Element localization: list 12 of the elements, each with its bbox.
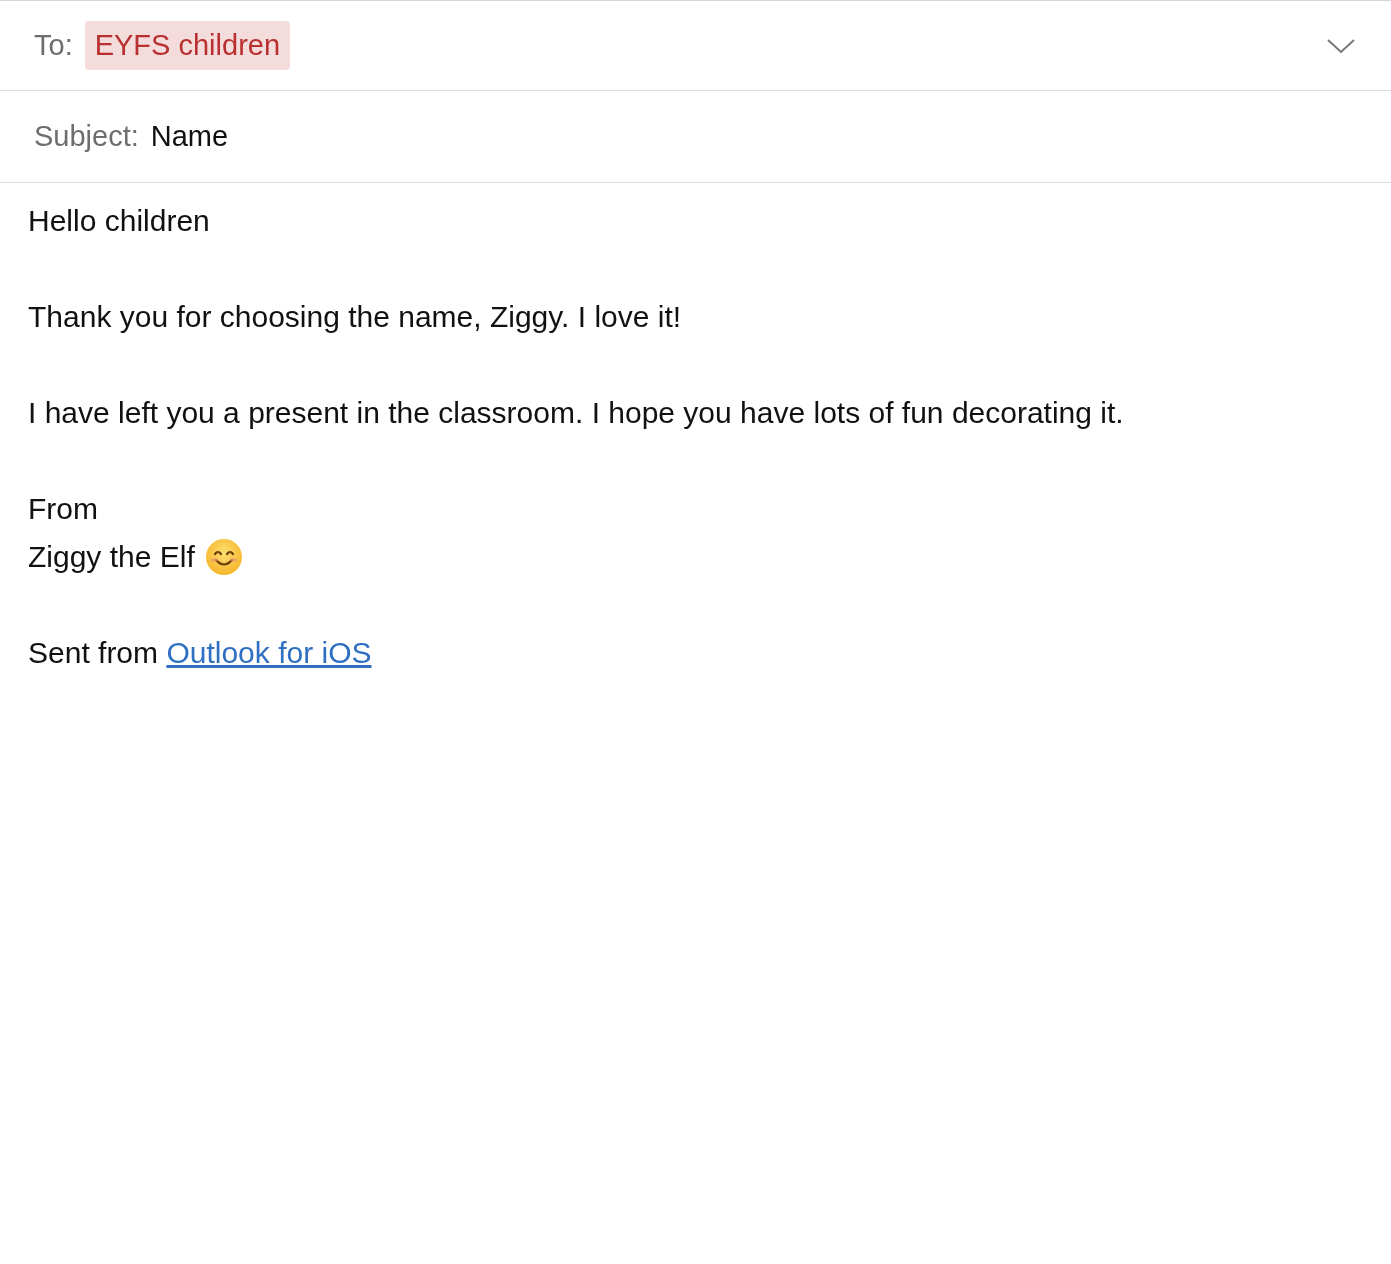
body-paragraph: Hello children [28,203,211,239]
sent-from-text: Sent from [28,636,159,669]
outlook-link[interactable]: Outlook for iOS [166,636,372,669]
closing-text: From [28,491,98,527]
subject-label: Subject: [34,120,139,153]
to-label: To: [34,29,73,62]
chevron-down-icon[interactable] [1327,37,1355,54]
body-paragraph: Thank you for choosing the name, Ziggy. I love it! [28,299,683,335]
signature-name: Ziggy the Elf [28,539,195,575]
recipient-chip[interactable]: EYFS children [84,21,291,70]
body-paragraph: I have left you a present in the classroom. I hope you have lots of fun decorating it. [28,395,1125,431]
subject-field[interactable]: Name [150,120,229,153]
